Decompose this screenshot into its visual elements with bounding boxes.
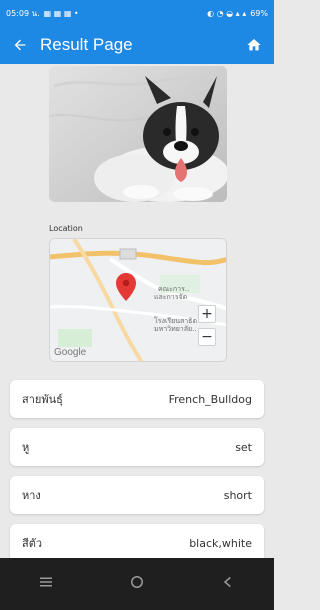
back-button[interactable]: [10, 37, 30, 53]
page-title: Result Page: [40, 35, 133, 54]
system-nav-bar: [0, 558, 274, 610]
detail-value: French_Bulldog: [168, 392, 252, 406]
nav-menu-button[interactable]: [37, 573, 55, 595]
notification-icons: ▦ ▦ ▦ •: [43, 8, 79, 18]
detail-card-breed: สายพันธุ์ French_Bulldog: [10, 380, 264, 418]
signal-icons: ◐ ◔ ◒ ▴ ▴: [207, 8, 247, 18]
menu-icon: [39, 577, 52, 587]
zoom-in-button[interactable]: +: [198, 305, 216, 323]
status-left: 05:09 น. ▦ ▦ ▦ •: [6, 7, 79, 20]
map-label-1: คณะการ..: [158, 285, 189, 293]
arrow-back-icon: [14, 39, 26, 51]
home-button[interactable]: [244, 37, 264, 53]
google-watermark: Google: [54, 347, 87, 358]
detail-value: set: [235, 440, 252, 454]
detail-label: หาง: [22, 489, 41, 502]
detail-label: หู: [22, 441, 30, 454]
dog-image: [49, 66, 227, 202]
nav-home-button[interactable]: [128, 573, 146, 595]
status-right: ◐ ◔ ◒ ▴ ▴ 69%: [207, 9, 268, 18]
dog-photo: [49, 66, 227, 202]
battery-percent: 69%: [250, 8, 268, 18]
map-view[interactable]: คณะการ.. และการจัด โรงเรียนสาธิต มหาวิทย…: [49, 238, 227, 362]
location-label: Location: [49, 224, 83, 233]
zoom-out-button[interactable]: −: [198, 328, 216, 346]
detail-card-tail: หาง short: [10, 476, 264, 514]
detail-label: สีตัว: [22, 537, 43, 550]
detail-value: short: [223, 488, 252, 502]
content: Location คณะการ.. และการจัด โรงเรียนสาธิ…: [0, 64, 274, 562]
map-label-2: และการจัด: [154, 293, 187, 301]
home-icon: [247, 39, 261, 51]
back-triangle-icon: [224, 576, 232, 588]
home-circle-icon: [130, 576, 143, 588]
detail-label: สายพันธุ์: [22, 393, 63, 406]
map-label-4: มหาวิทยาลัย..: [154, 325, 197, 333]
detail-card-ears: หู set: [10, 428, 264, 466]
status-bar: 05:09 น. ▦ ▦ ▦ • ◐ ◔ ◒ ▴ ▴ 69%: [0, 0, 274, 26]
detail-value: black,white: [189, 536, 252, 550]
app-bar: Result Page: [0, 26, 274, 64]
map-label-3: โรงเรียนสาธิต: [154, 316, 197, 325]
nav-back-button[interactable]: [219, 573, 237, 595]
status-time: 05:09 น.: [6, 8, 40, 18]
detail-card-color: สีตัว black,white: [10, 524, 264, 562]
